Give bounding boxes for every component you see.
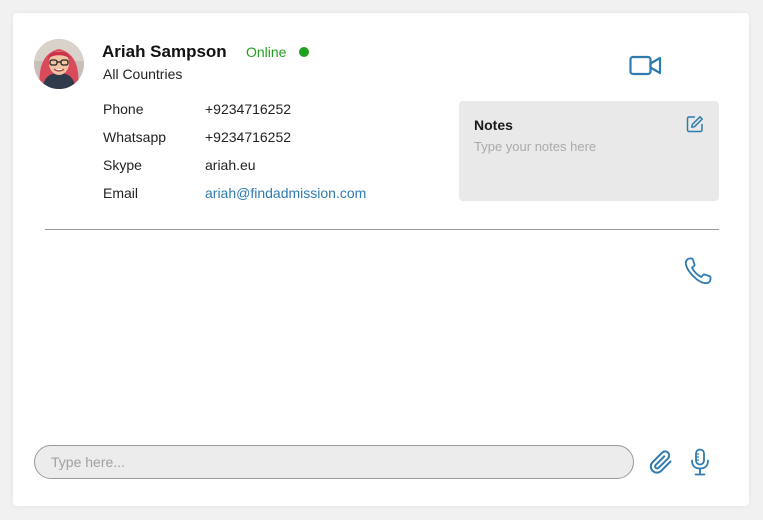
detail-row-email: Email ariah@findadmission.com bbox=[103, 185, 403, 203]
microphone-icon bbox=[691, 448, 709, 476]
detail-label: Phone bbox=[103, 101, 144, 117]
message-input[interactable] bbox=[34, 445, 634, 479]
email-link[interactable]: ariah@findadmission.com bbox=[205, 185, 366, 201]
notes-placeholder[interactable]: Type your notes here bbox=[474, 139, 596, 154]
notes-title: Notes bbox=[474, 117, 513, 133]
edit-icon bbox=[686, 116, 703, 133]
phone-call-button[interactable] bbox=[683, 256, 713, 286]
notes-panel: Notes Type your notes here bbox=[459, 101, 719, 201]
paperclip-icon bbox=[649, 450, 672, 474]
edit-notes-button[interactable] bbox=[686, 115, 704, 133]
status-indicator bbox=[299, 47, 309, 57]
divider bbox=[45, 229, 719, 230]
video-call-button[interactable] bbox=[629, 54, 663, 78]
attach-button[interactable] bbox=[649, 450, 675, 476]
avatar[interactable] bbox=[34, 39, 84, 89]
detail-label: Email bbox=[103, 185, 139, 201]
video-camera-icon bbox=[629, 55, 662, 76]
contact-card: Ariah Sampson Online All Countries Phone… bbox=[13, 13, 749, 506]
phone-icon bbox=[684, 257, 712, 285]
detail-label: Skype bbox=[103, 157, 142, 173]
detail-row-skype: Skype ariah.eu bbox=[103, 157, 403, 175]
contact-subtitle: All Countries bbox=[103, 66, 183, 82]
status-text: Online bbox=[246, 44, 287, 60]
detail-label: Whatsapp bbox=[103, 129, 167, 145]
contact-name: Ariah Sampson bbox=[102, 42, 227, 61]
avatar-image bbox=[34, 39, 84, 89]
detail-value: +9234716252 bbox=[205, 101, 292, 117]
detail-row-whatsapp: Whatsapp +9234716252 bbox=[103, 129, 403, 147]
detail-value: +9234716252 bbox=[205, 129, 292, 145]
detail-row-phone: Phone +9234716252 bbox=[103, 101, 403, 119]
microphone-button[interactable] bbox=[689, 448, 711, 476]
detail-value: ariah.eu bbox=[205, 157, 256, 173]
